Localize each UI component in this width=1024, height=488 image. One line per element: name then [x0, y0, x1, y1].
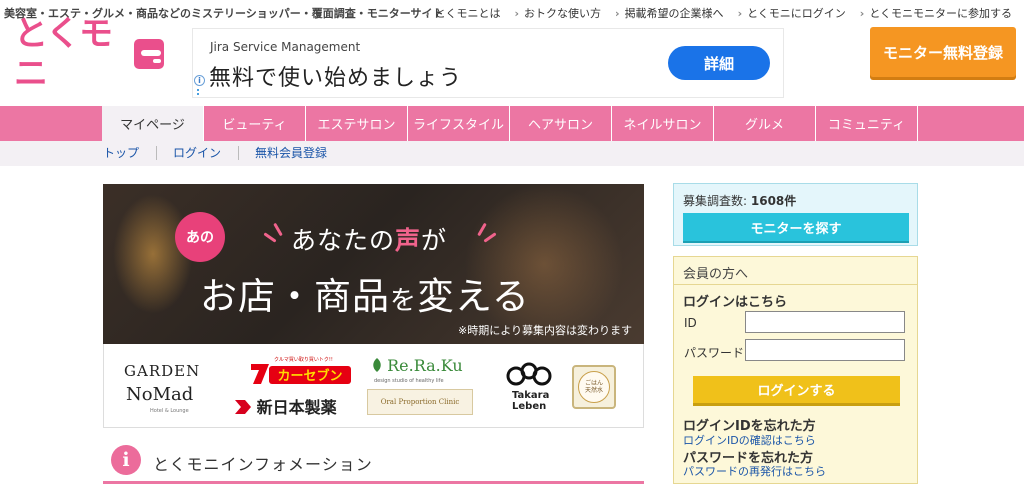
logo-takara-mark-icon[interactable] [506, 362, 552, 386]
hero-accent-mark [263, 232, 277, 243]
shinnihon-mark-icon [235, 400, 251, 414]
find-monitor-button[interactable]: モニターを探す [683, 213, 909, 241]
forgot-id-link[interactable]: ログインIDの確認はこちら [683, 432, 816, 448]
logo-text: とくモニ [14, 14, 113, 94]
subnav-top[interactable]: トップ [103, 146, 158, 160]
logo-kaseven-text: カーセブン [277, 368, 342, 384]
forgot-password-link[interactable]: パスワードの再発行はこちら [683, 463, 826, 479]
top-link-join[interactable]: とくモニモニターに参加する [860, 5, 1012, 21]
hero-badge: あの [175, 212, 225, 262]
ad-subtitle: Jira Service Management [210, 40, 361, 54]
subnav-register[interactable]: 無料会員登録 [255, 146, 344, 160]
top-strip: 美容室・エステ・グルメ・商品などのミステリーショッパー・覆面調査・モニターサイト… [0, 0, 1024, 24]
top-links: とくモニとは おトクな使い方 掲載希望の企業様へ とくモニにログイン とくモニモ… [425, 5, 1012, 21]
divider [674, 284, 917, 285]
partner-logos: GARDEN NoMad Hotel & Lounge クルマ買い取り買いトク!… [103, 344, 644, 428]
logo-garden[interactable]: GARDEN [124, 362, 200, 380]
breadcrumb: トップ ログイン 無料会員登録 [0, 141, 1024, 166]
hero-banner[interactable]: あの あなたの声が お店・商品を変える ※時期により募集内容は変わります [103, 184, 644, 344]
ad-choices-icon[interactable] [197, 89, 199, 97]
logo-mark-icon [133, 39, 164, 69]
logo-reraku-text: Re.Ra.Ku [387, 356, 463, 375]
logo-nomad[interactable]: NoMad [126, 384, 193, 405]
main-nav: マイページ ビューティ エステサロン ライフスタイル ヘアサロン ネイルサロン … [0, 106, 1024, 141]
survey-count: 募集調査数: 1608件 [683, 194, 797, 208]
logo-nomad-sub: Hotel & Lounge [150, 408, 189, 414]
hero-note: ※時期により募集内容は変わります [458, 324, 632, 337]
nav-item-nailsalon[interactable]: ネイルサロン [612, 106, 714, 141]
id-input[interactable] [745, 311, 905, 333]
logo-shinnihon-text: 新日本製薬 [256, 398, 337, 417]
id-label: ID [684, 316, 697, 330]
member-heading: 会員の方へ [683, 267, 749, 282]
logo-product-seal-text: ごはん 天然水 [578, 371, 610, 403]
monitor-search-box: 募集調査数: 1608件 モニターを探す [673, 183, 918, 246]
hero-line-1: あなたの声が [291, 226, 448, 255]
nav-item-esthe[interactable]: エステサロン [306, 106, 408, 141]
ad-info-icon[interactable]: i [194, 75, 205, 86]
top-link-login[interactable]: とくモニにログイン [738, 5, 846, 21]
ad-detail-button[interactable]: 詳細 [668, 46, 770, 80]
logo-reraku[interactable]: Re.Ra.Ku [372, 356, 463, 375]
ad-headline: 無料で使い始めましょう [209, 66, 463, 91]
nav-item-lifestyle[interactable]: ライフスタイル [408, 106, 510, 141]
info-title: とくモニインフォメーション [153, 455, 373, 474]
password-label: パスワード [684, 346, 745, 360]
logo-takara-leben[interactable]: Takara Leben [512, 390, 549, 412]
nav-item-mypage[interactable]: マイページ [102, 106, 204, 141]
logo-shinnihon[interactable]: 新日本製薬 [235, 394, 337, 418]
hero-line-2: お店・商品を変える [200, 275, 530, 318]
top-link-companies[interactable]: 掲載希望の企業様へ [615, 5, 724, 21]
nav-item-gourmet[interactable]: グルメ [714, 106, 816, 141]
logo-oral-clinic[interactable]: Oral Proportion Clinic [367, 389, 473, 415]
monitor-register-button[interactable]: モニター無料登録 [870, 27, 1016, 77]
nav-item-beauty[interactable]: ビューティ [204, 106, 306, 141]
login-heading: ログインはこちら [683, 295, 788, 310]
top-link-about[interactable]: とくモニとは [425, 5, 501, 21]
logo-kaseven[interactable]: カーセブン [249, 358, 353, 386]
login-button[interactable]: ログインする [693, 376, 900, 403]
subnav-login[interactable]: ログイン [173, 146, 240, 160]
hero-accent-mark [273, 222, 283, 237]
top-link-howto[interactable]: おトクな使い方 [514, 5, 601, 21]
hero-food-glow [464, 184, 624, 344]
logo-product-seal[interactable]: ごはん 天然水 [572, 365, 616, 409]
info-section-header: i とくモニインフォメーション [103, 438, 644, 484]
leaf-icon [373, 358, 381, 372]
logo-reraku-sub: design studio of healthy life [374, 378, 444, 384]
member-login-box: 会員の方へ ログインはこちら ID パスワード ログインする ログインIDを忘れ… [673, 256, 918, 484]
info-icon: i [111, 445, 141, 475]
ad-banner[interactable]: Jira Service Management 無料で使い始めましょう 詳細 i [192, 28, 784, 98]
password-input[interactable] [745, 339, 905, 361]
site-logo[interactable]: とくモニ [14, 14, 164, 94]
nav-item-community[interactable]: コミュニティ [816, 106, 918, 141]
nav-item-hairsalon[interactable]: ヘアサロン [510, 106, 612, 141]
